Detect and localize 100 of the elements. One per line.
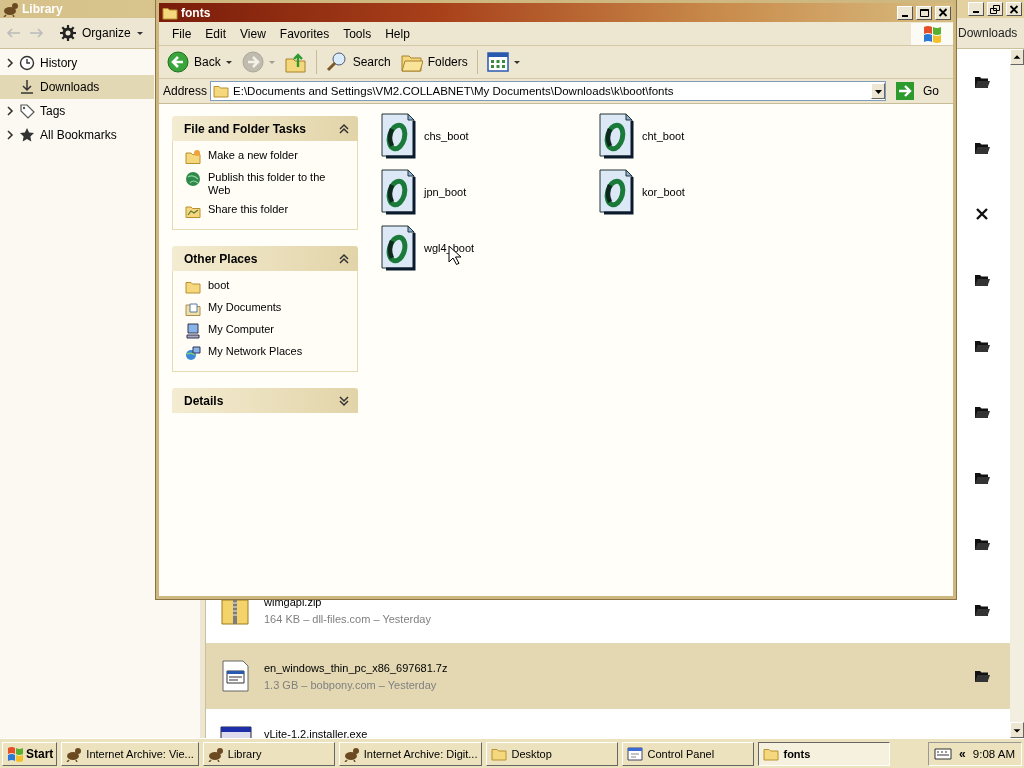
- task-link[interactable]: Publish this folder to the Web: [185, 171, 349, 197]
- close-icon[interactable]: [975, 207, 989, 221]
- address-field[interactable]: E:\Documents and Settings\VM2.COLLABNET\My Documents\Downloads\k\boot\fonts: [233, 85, 867, 97]
- maximize-button[interactable]: [916, 5, 932, 20]
- taskbar-button[interactable]: fonts: [758, 741, 891, 766]
- address-combo-box[interactable]: E:\Documents and Settings\VM2.COLLABNET\My Documents\Downloads\k\boot\fonts: [210, 81, 886, 101]
- menu-item[interactable]: View: [233, 26, 273, 41]
- sidebar-item[interactable]: Downloads: [0, 75, 154, 99]
- folders-button[interactable]: Folders: [396, 48, 472, 76]
- file-name: en_windows_thin_pc_x86_697681.7z: [264, 662, 449, 674]
- task-link[interactable]: Share this folder: [185, 203, 349, 219]
- menu-item[interactable]: Favorites: [272, 26, 337, 41]
- folder-icon: [213, 83, 230, 99]
- task-link[interactable]: My Computer: [185, 323, 349, 339]
- caret-icon: [268, 60, 275, 64]
- taskbar-button[interactable]: Internet Archive: Digit...: [338, 741, 483, 766]
- sidebar-item[interactable]: All Bookmarks: [0, 123, 154, 147]
- computer-icon: [185, 323, 201, 339]
- chevron-icon[interactable]: [339, 394, 349, 407]
- font-file-icon: [380, 113, 416, 159]
- app-icon: [66, 745, 83, 762]
- minimize-icon: [973, 11, 979, 13]
- file-name: wimgapi.zip: [264, 596, 323, 608]
- taskbar-button[interactable]: Library: [202, 741, 335, 766]
- task-panel-header[interactable]: Details: [172, 388, 358, 413]
- font-file-icon: [598, 169, 634, 215]
- font-entry[interactable]: wgl4_boot: [380, 220, 598, 276]
- download-row[interactable]: en_windows_thin_pc_x86_697681.7z 1.3 GB – bobpony.com – Yesterday: [206, 643, 1010, 709]
- task-link[interactable]: boot: [185, 279, 349, 295]
- organize-button[interactable]: Organize: [58, 23, 145, 43]
- task-link[interactable]: My Network Places: [185, 345, 349, 361]
- chevron-icon[interactable]: [339, 122, 349, 135]
- restore-button[interactable]: [987, 2, 1003, 16]
- task-link[interactable]: Make a new folder: [185, 149, 349, 165]
- task-link[interactable]: My Documents: [185, 301, 349, 317]
- menu-item[interactable]: Help: [378, 26, 417, 41]
- chevron-icon[interactable]: [339, 252, 349, 265]
- close-button[interactable]: [935, 5, 951, 20]
- app-icon: [207, 745, 224, 762]
- start-button[interactable]: Start: [2, 741, 58, 766]
- taskbar-button[interactable]: Internet Archive: Vie...: [61, 741, 199, 766]
- folder-icon[interactable]: [974, 339, 990, 353]
- caret-icon: [225, 60, 232, 64]
- search-field[interactable]: Downloads: [958, 26, 1022, 40]
- font-file-icon: [380, 225, 416, 271]
- minimize-button[interactable]: [897, 5, 913, 20]
- back-button[interactable]: Back: [163, 48, 236, 76]
- task-panel-header[interactable]: File and Folder Tasks: [172, 116, 358, 141]
- font-entry[interactable]: cht_boot: [598, 108, 816, 164]
- folder-icon[interactable]: [974, 471, 990, 485]
- archive-file-icon: [220, 660, 252, 692]
- menu-item[interactable]: Edit: [198, 26, 234, 41]
- font-entry[interactable]: chs_boot: [380, 108, 598, 164]
- folder-icon[interactable]: [974, 603, 990, 617]
- font-entry[interactable]: jpn_boot: [380, 164, 598, 220]
- tray-expand-button[interactable]: «: [959, 746, 966, 761]
- folder-icon[interactable]: [974, 141, 990, 155]
- chevron-icon[interactable]: [6, 130, 14, 140]
- folder-icon: [185, 149, 201, 165]
- scroll-down-button[interactable]: [1010, 722, 1024, 738]
- clock-icon: [19, 55, 35, 71]
- control-panel-icon: [627, 745, 644, 762]
- minimize-button[interactable]: [968, 2, 984, 16]
- folder-icon[interactable]: [974, 273, 990, 287]
- taskbar-button[interactable]: Desktop: [486, 741, 619, 766]
- folder-icon[interactable]: [974, 669, 990, 683]
- sidebar-item[interactable]: History: [0, 51, 154, 75]
- taskbar-button[interactable]: Control Panel: [622, 741, 755, 766]
- search-button[interactable]: Search: [321, 48, 395, 76]
- search-icon: [325, 51, 348, 73]
- menu-item[interactable]: File: [165, 26, 199, 41]
- documents-icon: [185, 301, 201, 317]
- menu-item[interactable]: Tools: [336, 26, 379, 41]
- window-title: fonts: [181, 5, 211, 20]
- maximize-icon: [918, 7, 930, 18]
- go-button[interactable]: Go: [893, 81, 949, 101]
- folder-icon: [185, 203, 201, 219]
- close-button[interactable]: [1006, 2, 1022, 16]
- keyboard-icon[interactable]: [934, 745, 953, 762]
- sidebar-item[interactable]: Tags: [0, 99, 154, 123]
- folder-icon[interactable]: [974, 75, 990, 89]
- app-icon: [343, 745, 360, 762]
- folder-icon: [185, 279, 201, 295]
- scroll-up-button[interactable]: [1010, 49, 1024, 65]
- network-icon: [185, 345, 201, 361]
- folder-icon[interactable]: [974, 537, 990, 551]
- chevron-icon[interactable]: [6, 106, 14, 116]
- restore-icon: [989, 3, 1001, 15]
- font-file-icon: [380, 169, 416, 215]
- globe-icon: [185, 171, 201, 187]
- folder-icon[interactable]: [974, 405, 990, 419]
- minimize-icon: [902, 14, 908, 17]
- font-entry[interactable]: kor_boot: [598, 164, 816, 220]
- file-details: 164 KB – dll-files.com – Yesterday: [264, 613, 432, 625]
- task-panel-header[interactable]: Other Places: [172, 246, 358, 271]
- address-label: Address: [163, 84, 208, 98]
- caret-icon: [513, 60, 520, 64]
- dropdown-button[interactable]: [871, 83, 885, 99]
- chevron-icon[interactable]: [6, 58, 14, 68]
- folder-arrow-icon: [284, 51, 307, 73]
